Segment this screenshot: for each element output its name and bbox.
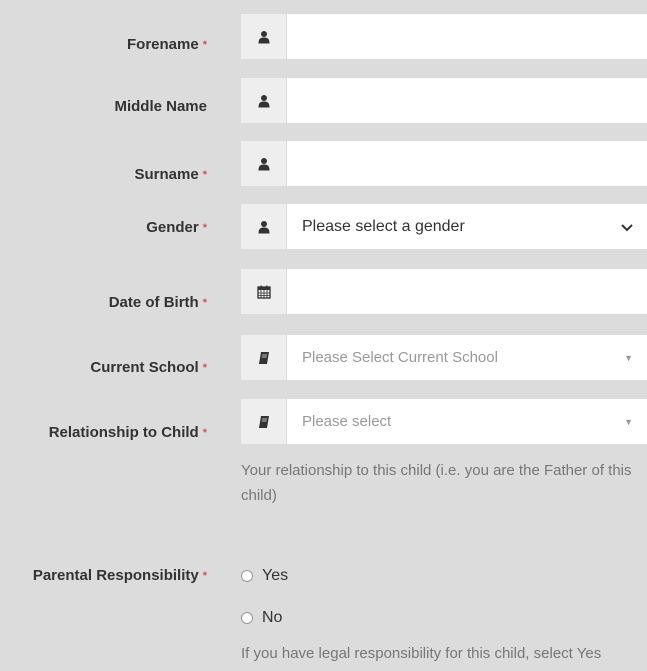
parental-responsibility-label: Parental Responsibility * [33, 567, 207, 584]
parental-responsibility-help-text: If you have legal responsibility for thi… [241, 645, 602, 662]
current-school-group: Please Select Current School ▼ [241, 335, 647, 380]
dob-label-text: Date of Birth [108, 294, 199, 311]
forename-group [241, 14, 647, 59]
user-icon [241, 14, 287, 59]
relationship-label-text: Relationship to Child [48, 424, 199, 441]
relationship-select[interactable]: Please select ▼ [287, 399, 647, 444]
relationship-label: Relationship to Child * [49, 424, 207, 441]
middle-name-label-text: Middle Name [114, 98, 207, 115]
dob-label: Date of Birth * [109, 294, 207, 311]
relationship-group: Please select ▼ [241, 399, 647, 444]
forename-input[interactable] [287, 14, 647, 59]
middle-name-label: Middle Name [114, 98, 207, 115]
required-marker: * [202, 169, 207, 181]
book-icon [241, 335, 287, 380]
user-icon [241, 78, 287, 123]
forename-label: Forename * [127, 36, 207, 53]
middle-name-input[interactable] [287, 78, 647, 123]
gender-label-text: Gender [146, 219, 199, 236]
parental-responsibility-label-text: Parental Responsibility [32, 567, 199, 584]
surname-input[interactable] [287, 141, 647, 186]
user-icon [241, 204, 287, 249]
current-school-select[interactable]: Please Select Current School ▼ [287, 335, 647, 380]
current-school-label-text: Current School [90, 359, 199, 376]
caret-down-icon: ▼ [624, 352, 633, 363]
relationship-placeholder: Please select [302, 413, 392, 430]
dob-input[interactable] [287, 269, 647, 314]
radio-yes[interactable] [241, 570, 253, 582]
required-marker: * [202, 39, 207, 51]
current-school-label: Current School * [90, 359, 207, 376]
gender-label: Gender * [146, 219, 207, 236]
radio-yes-label: Yes [262, 567, 289, 584]
gender-selected-value: Please select a gender [302, 217, 465, 235]
gender-select[interactable]: Please select a gender [287, 204, 647, 249]
book-icon [241, 399, 287, 444]
surname-group [241, 141, 647, 186]
calendar-icon [241, 269, 287, 314]
gender-group: Please select a gender [241, 204, 647, 249]
radio-no-label: No [262, 609, 283, 626]
surname-label: Surname * [135, 166, 207, 183]
dob-group [241, 269, 647, 314]
relationship-help-text: Your relationship to this child (i.e. yo… [241, 462, 632, 504]
required-marker: * [202, 362, 207, 374]
surname-label-text: Surname [134, 166, 199, 183]
required-marker: * [202, 297, 207, 309]
user-icon [241, 141, 287, 186]
middle-name-group [241, 78, 647, 123]
chevron-down-icon [621, 219, 633, 235]
radio-option-no[interactable]: No [241, 609, 282, 627]
required-marker: * [202, 222, 207, 234]
required-marker: * [202, 570, 207, 582]
required-marker: * [202, 427, 207, 439]
current-school-placeholder: Please Select Current School [302, 349, 498, 366]
forename-label-text: Forename [127, 36, 199, 53]
radio-option-yes[interactable]: Yes [241, 567, 288, 585]
caret-down-icon: ▼ [624, 416, 633, 427]
radio-no[interactable] [241, 612, 253, 624]
